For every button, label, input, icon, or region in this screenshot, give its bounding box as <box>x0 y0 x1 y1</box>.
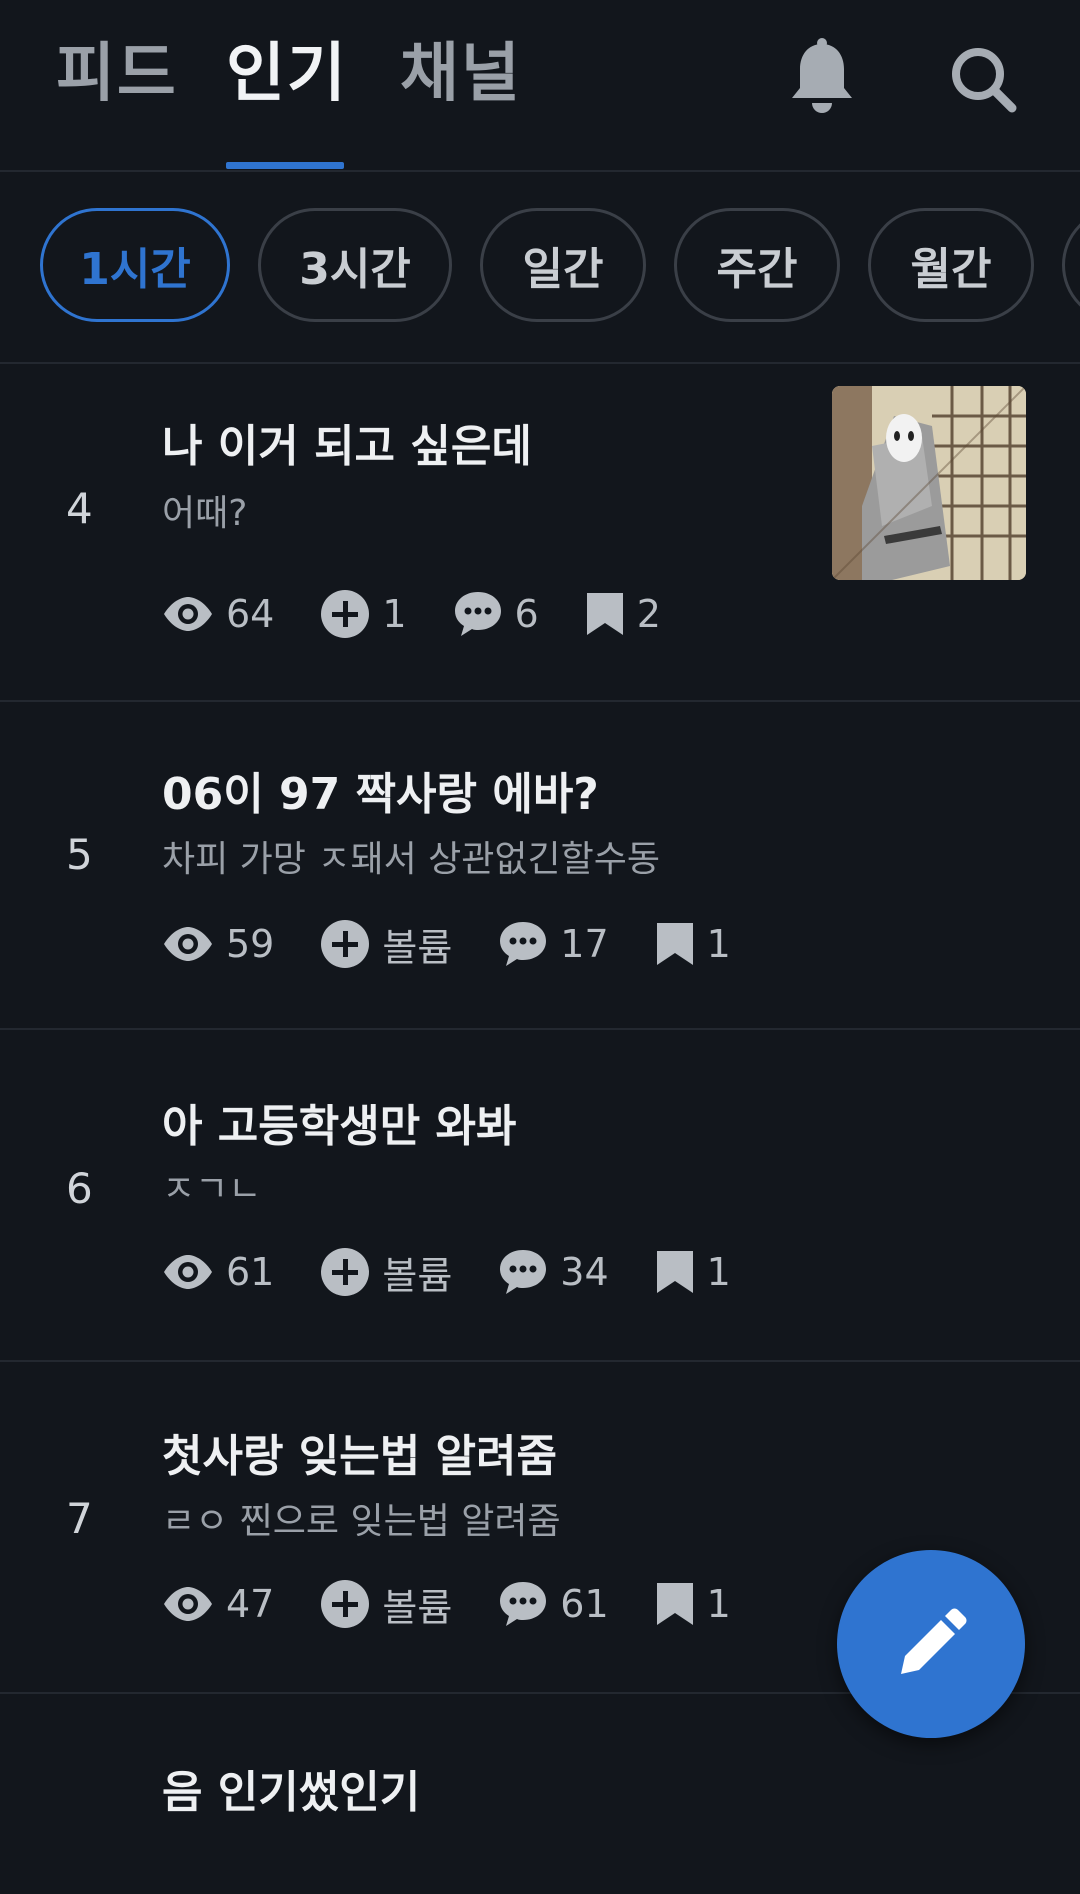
tab-feed[interactable]: 피드 <box>56 22 178 114</box>
volume-stat[interactable]: 볼륨 <box>320 1577 452 1632</box>
comment-icon <box>500 1582 547 1626</box>
bookmarks-stat[interactable]: 1 <box>655 921 731 967</box>
bookmarks-count: 1 <box>706 1250 731 1294</box>
volume-stat[interactable]: 볼륨 <box>320 1245 452 1300</box>
plus-circle-icon <box>321 1248 370 1296</box>
post-title[interactable]: 06이 97 짝사랑 에바? <box>162 758 599 822</box>
pencil-icon <box>901 1608 967 1674</box>
comment-icon <box>500 922 547 966</box>
post-excerpt: 어때? <box>162 493 248 534</box>
comments-count: 17 <box>560 922 609 966</box>
volume-label: 볼륨 <box>382 925 453 970</box>
comment-icon <box>500 1250 547 1294</box>
filter-chip-3h[interactable]: 3시간 <box>258 208 452 322</box>
comment-icon <box>454 592 501 636</box>
plus-circle-icon <box>321 1580 370 1628</box>
tab-popular[interactable]: 인기 <box>226 22 348 114</box>
post-stats: 61 볼륨 34 1 <box>162 1246 777 1298</box>
post-excerpt: 차피 가망 ㅈ돼서 상관없긴할수동 <box>162 839 661 880</box>
search-icon[interactable] <box>948 38 1020 118</box>
tab-channel[interactable]: 채널 <box>400 22 522 114</box>
views-count: 61 <box>226 1250 275 1294</box>
volume-stat[interactable]: 볼륨 <box>320 917 452 972</box>
write-post-button[interactable] <box>837 1550 1025 1738</box>
filter-chip-overflow[interactable] <box>1062 208 1080 322</box>
comments-stat: 34 <box>498 1247 609 1297</box>
bookmarks-stat[interactable]: 2 <box>585 591 661 637</box>
views-count: 59 <box>226 922 275 966</box>
comments-count: 61 <box>560 1582 609 1626</box>
bookmarks-count: 1 <box>706 922 731 966</box>
volume-count: 1 <box>382 592 407 636</box>
bookmarks-count: 2 <box>636 592 661 636</box>
plus-circle-icon <box>321 920 370 968</box>
comments-count: 34 <box>560 1250 609 1294</box>
bell-icon[interactable] <box>786 38 858 118</box>
top-navigation: 피드 인기 채널 <box>0 0 1080 172</box>
eye-icon <box>164 1587 212 1621</box>
bookmark-icon <box>656 923 693 965</box>
bookmarks-stat[interactable]: 1 <box>655 1581 731 1627</box>
bookmarks-stat[interactable]: 1 <box>655 1249 731 1295</box>
comments-stat: 17 <box>498 919 609 969</box>
filter-chip-monthly[interactable]: 월간 <box>868 208 1034 322</box>
post-rank: 5 <box>66 830 93 879</box>
bookmarks-count: 1 <box>706 1582 731 1626</box>
post-excerpt: ㄹㅇ 찐으로 잊는법 알려줌 <box>162 1501 561 1542</box>
post-rank: 7 <box>66 1494 93 1543</box>
post-title[interactable]: 첫사랑 잊는법 알려줌 <box>162 1420 557 1484</box>
views-stat: 59 <box>162 922 274 966</box>
views-stat: 64 <box>162 592 274 636</box>
post-title[interactable]: 나 이거 되고 싶은데 <box>162 410 532 474</box>
comments-stat: 61 <box>498 1579 609 1629</box>
bookmark-icon <box>586 593 623 635</box>
active-tab-indicator <box>226 162 344 169</box>
filter-chip-weekly[interactable]: 주간 <box>674 208 840 322</box>
bookmark-icon <box>656 1251 693 1293</box>
views-stat: 61 <box>162 1250 274 1294</box>
post-thumbnail[interactable] <box>832 386 1026 580</box>
post-rank: 4 <box>66 484 93 533</box>
post-rank: 6 <box>66 1164 93 1213</box>
views-count: 47 <box>226 1582 275 1626</box>
eye-icon <box>164 1255 212 1289</box>
eye-icon <box>164 597 212 631</box>
bookmark-icon <box>656 1583 693 1625</box>
views-stat: 47 <box>162 1582 274 1626</box>
comments-stat: 6 <box>453 589 539 639</box>
post-item[interactable]: 6 아 고등학생만 와봐 ㅈㄱㄴ 61 볼륨 34 1 <box>0 1030 1080 1362</box>
post-title[interactable]: 아 고등학생만 와봐 <box>162 1090 516 1154</box>
post-title[interactable]: 음 인기썼인기 <box>162 1756 420 1820</box>
volume-label: 볼륨 <box>382 1585 453 1630</box>
views-count: 64 <box>226 592 275 636</box>
post-stats: 59 볼륨 17 1 <box>162 918 777 970</box>
post-stats: 47 볼륨 61 1 <box>162 1578 777 1630</box>
filter-chip-daily[interactable]: 일간 <box>480 208 646 322</box>
time-filter-bar: 1시간 3시간 일간 주간 월간 <box>0 170 1080 364</box>
volume-stat[interactable]: 1 <box>320 589 407 639</box>
filter-chip-1h[interactable]: 1시간 <box>40 208 230 322</box>
post-stats: 64 1 6 2 <box>162 588 707 640</box>
plus-circle-icon <box>321 590 370 638</box>
post-excerpt: ㅈㄱㄴ <box>162 1169 262 1210</box>
comments-count: 6 <box>514 592 539 636</box>
eye-icon <box>164 927 212 961</box>
volume-label: 볼륨 <box>382 1253 453 1298</box>
post-item[interactable]: 5 06이 97 짝사랑 에바? 차피 가망 ㅈ돼서 상관없긴할수동 59 볼륨… <box>0 702 1080 1030</box>
post-item[interactable]: 4 나 이거 되고 싶은데 어때? 64 1 6 2 <box>0 364 1080 702</box>
